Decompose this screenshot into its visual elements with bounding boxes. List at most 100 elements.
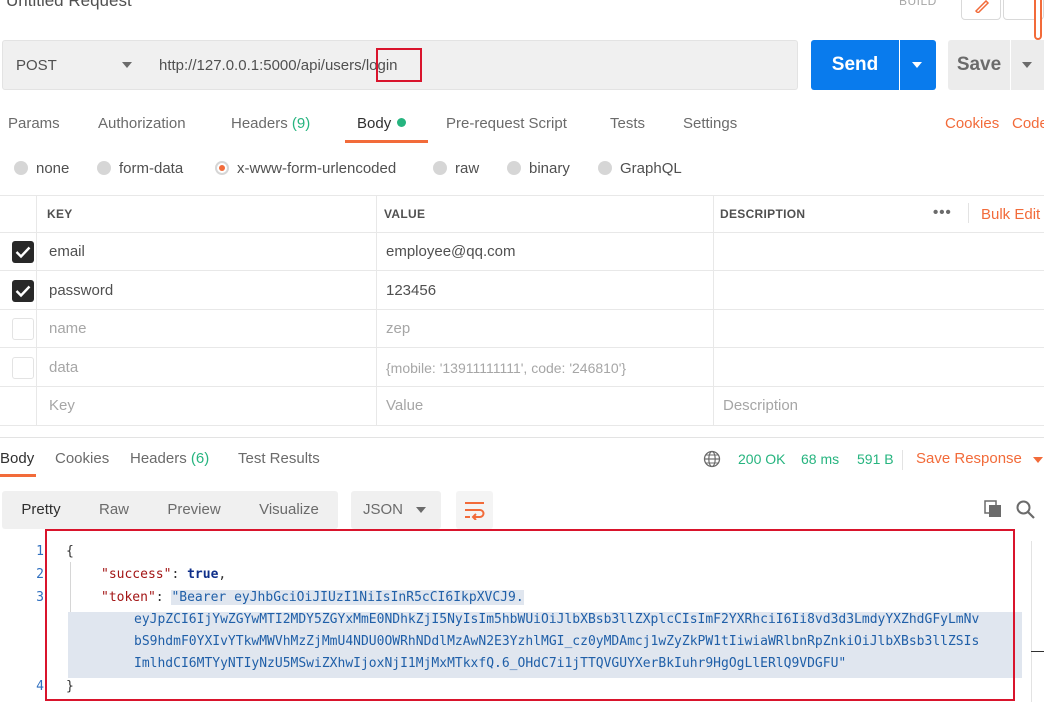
column-header-description: DESCRIPTION [720,207,806,221]
view-preview[interactable]: Preview [148,491,240,529]
radio-circle [598,161,612,175]
divider [968,203,969,223]
radio-form-data[interactable]: form-data [97,160,183,177]
row-checkbox[interactable] [12,241,34,263]
view-raw[interactable]: Raw [80,491,148,529]
tab-params[interactable]: Params [8,115,60,132]
tab-pre-request-script[interactable]: Pre-request Script [446,115,567,132]
save-button[interactable]: Save [948,40,1010,90]
new-value-input[interactable]: Value [386,397,423,414]
tab-body-label: Body [357,115,392,132]
table-border [36,195,37,425]
status-code[interactable]: 200 OK [738,451,785,467]
param-key[interactable]: name [49,320,87,337]
tab-body[interactable]: Body [357,115,407,132]
radio-raw-label: raw [455,160,480,177]
param-value[interactable]: 123456 [386,282,436,299]
tab-headers-count: (9) [291,115,311,132]
active-tab-underline [345,140,428,143]
wrap-lines-button[interactable] [456,491,493,529]
radio-form-data-label: form-data [119,160,184,177]
search-icon[interactable] [1016,500,1035,519]
response-tab-cookies[interactable]: Cookies [55,450,109,467]
url-input[interactable]: http://127.0.0.1:5000/api/users/login [147,40,798,90]
active-tab-underline [0,474,36,477]
chevron-down-icon [122,62,132,68]
radio-none-label: none [36,160,70,177]
tab-settings[interactable]: Settings [683,115,737,132]
radio-circle [507,161,521,175]
response-annotation-box [45,529,1015,701]
radio-binary[interactable]: binary [507,160,570,177]
radio-graphql-label: GraphQL [620,160,682,177]
response-tab-headers-label: Headers [130,450,187,467]
view-mode-tabs: Pretty Raw Preview Visualize [2,491,338,529]
table-border [0,425,1044,426]
line-number: 3 [36,590,44,605]
radio-none[interactable]: none [14,160,69,177]
editor-scrollbar-track[interactable] [1031,541,1032,702]
chevron-down-icon[interactable] [1033,457,1043,463]
line-number: 4 [36,679,44,694]
send-button[interactable]: Send [811,40,899,90]
row-checkbox[interactable] [12,357,34,379]
request-title[interactable]: Untitled Request [6,0,132,11]
format-label: JSON [363,501,404,518]
tab-tests[interactable]: Tests [610,115,645,132]
table-border [0,309,1044,310]
more-options-icon[interactable]: ••• [933,204,952,221]
param-value[interactable]: zep [386,320,410,337]
param-key[interactable]: password [49,282,113,299]
send-options-button[interactable] [900,40,936,90]
build-mode-label[interactable]: BUILD [899,0,937,8]
line-number: 2 [36,567,44,582]
save-response-button[interactable]: Save Response [916,450,1022,467]
radio-graphql[interactable]: GraphQL [598,160,682,177]
edit-button[interactable] [961,0,1001,20]
url-text: http://127.0.0.1:5000/api/users/login [159,57,398,74]
bulk-edit-link[interactable]: Bulk Edit [981,206,1040,223]
tab-headers[interactable]: Headers (9) [231,115,310,132]
cookies-link[interactable]: Cookies [945,115,999,132]
response-tab-headers[interactable]: Headers (6) [130,450,209,467]
param-key[interactable]: email [49,243,85,260]
save-options-button[interactable] [1011,40,1044,90]
radio-x-www-form-urlencoded[interactable]: x-www-form-urlencoded [215,160,396,177]
view-pretty[interactable]: Pretty [2,491,80,529]
view-visualize[interactable]: Visualize [240,491,338,529]
column-header-value: VALUE [384,207,426,221]
response-tab-body[interactable]: Body [0,450,34,467]
column-header-key: KEY [47,207,73,221]
tab-authorization[interactable]: Authorization [98,115,186,132]
globe-icon[interactable] [703,450,721,468]
scrollbar-thumb[interactable] [1034,0,1042,40]
response-tab-test-results[interactable]: Test Results [238,450,320,467]
checkmark-icon [15,285,31,298]
radio-raw[interactable]: raw [433,160,479,177]
line-number: 1 [36,544,44,559]
row-checkbox[interactable] [12,318,34,340]
param-value[interactable]: employee@qq.com [386,243,515,260]
table-border [0,347,1044,348]
body-indicator-dot [397,118,407,127]
code-link[interactable]: Code [1012,115,1044,132]
divider [902,450,903,470]
param-value[interactable]: {mobile: '13911111111', code: '246810'} [386,360,626,376]
method-label: POST [16,57,57,74]
copy-icon[interactable] [984,500,1002,518]
checkmark-icon [15,246,31,259]
format-select[interactable]: JSON [351,491,441,529]
table-border [376,195,377,425]
chevron-down-icon [416,507,426,513]
new-key-input[interactable]: Key [49,397,75,414]
table-border [0,386,1044,387]
table-border [0,195,1044,196]
radio-binary-label: binary [529,160,570,177]
new-description-input[interactable]: Description [723,397,798,414]
response-size[interactable]: 591 B [857,451,894,467]
pencil-icon [974,0,990,13]
response-time[interactable]: 68 ms [801,451,839,467]
method-select[interactable]: POST [2,40,148,90]
row-checkbox[interactable] [12,280,34,302]
param-key[interactable]: data [49,359,78,376]
